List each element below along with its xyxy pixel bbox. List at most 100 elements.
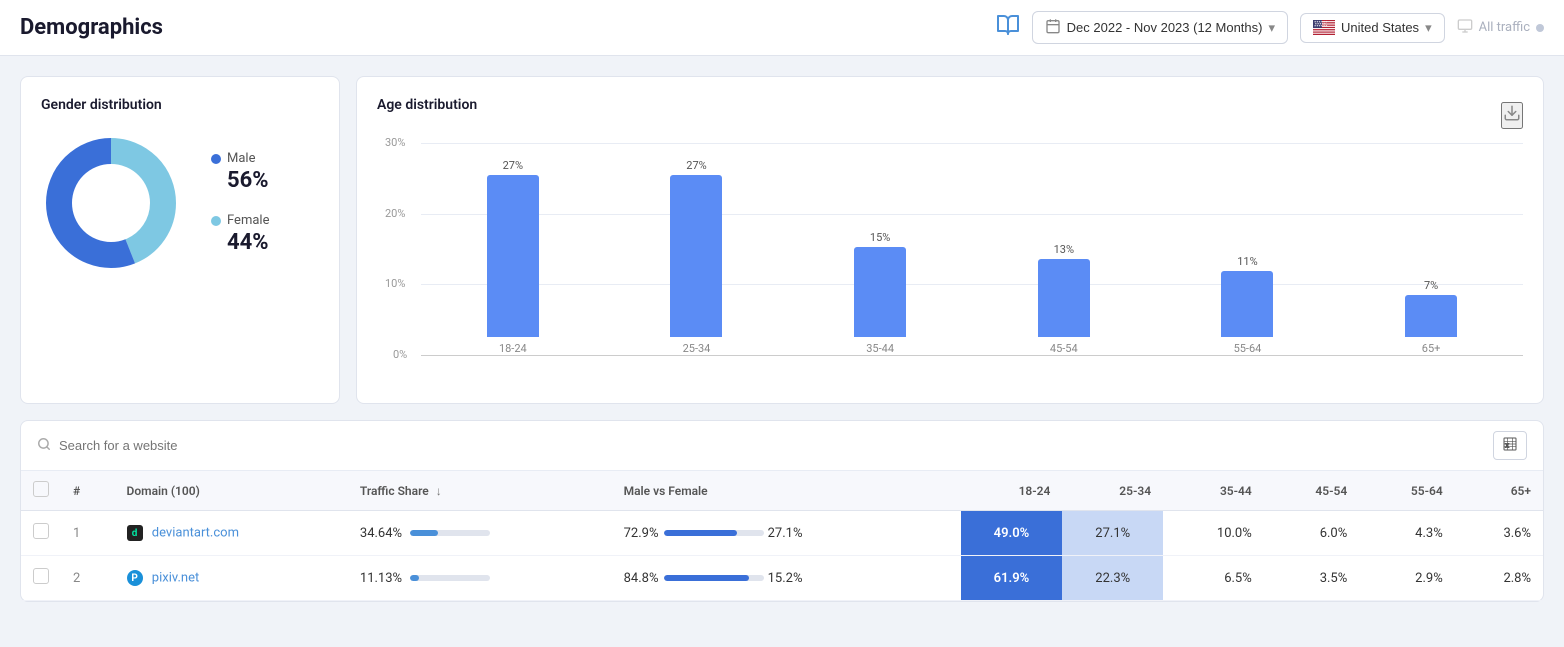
row2-mvf-container: 84.8% 15.2% — [624, 571, 949, 586]
col-num: # — [61, 471, 115, 511]
sort-icon: ↓ — [436, 484, 442, 498]
bar-group-45-54: 13% 45-54 — [1038, 243, 1090, 355]
bar-label-65plus: 7% — [1424, 279, 1438, 292]
col-male-female: Male vs Female — [612, 471, 961, 511]
female-legend-label: Female — [211, 213, 269, 228]
row1-mvf: 72.9% 27.1% — [612, 511, 961, 556]
male-legend-item: Male 56% — [211, 151, 269, 193]
charts-row: Gender distribution — [20, 76, 1544, 404]
date-range-label: Dec 2022 - Nov 2023 (12 Months) — [1067, 20, 1263, 35]
row1-traffic-fill — [410, 530, 438, 536]
pixiv-link[interactable]: pixiv.net — [152, 570, 199, 585]
bar-55-64 — [1221, 271, 1273, 337]
row1-traffic-bar: 34.64% — [360, 526, 600, 541]
search-input[interactable] — [59, 438, 1485, 453]
bar-label-45-54: 13% — [1054, 243, 1074, 256]
row2-traffic-value: 11.13% — [360, 571, 402, 586]
bar-xlabel-55-64: 55-64 — [1234, 342, 1262, 355]
row2-num: 2 — [61, 556, 115, 601]
row2-age-25-34: 22.3% — [1062, 556, 1163, 601]
female-percentage: 44% — [211, 230, 269, 255]
y-label-0: 0% — [393, 348, 407, 361]
row2-checkbox[interactable] — [33, 568, 49, 584]
traffic-status-dot — [1536, 24, 1544, 32]
row1-mvf-fill — [664, 530, 737, 536]
col-checkbox — [21, 471, 61, 511]
chevron-down-icon: ▾ — [1268, 20, 1275, 36]
row1-checkbox[interactable] — [33, 523, 49, 539]
gender-distribution-card: Gender distribution — [20, 76, 340, 404]
row1-male-pct: 72.9% — [624, 526, 660, 541]
header-checkbox[interactable] — [33, 481, 49, 497]
row2-age-35-44: 6.5% — [1163, 556, 1264, 601]
col-25-34: 25-34 — [1062, 471, 1163, 511]
row1-mvf-bar-bg — [664, 530, 764, 536]
row2-age-55-64: 2.9% — [1359, 556, 1454, 601]
row1-age-18-24: 49.0% — [961, 511, 1063, 556]
bar-xlabel-25-34: 25-34 — [683, 342, 711, 355]
header-controls: Dec 2022 - Nov 2023 (12 Months) ▾ — [996, 11, 1544, 44]
bar-group-35-44: 15% 35-44 — [854, 231, 906, 355]
demographics-table: # Domain (100) Traffic Share ↓ Male vs F… — [21, 471, 1543, 601]
y-label-20: 20% — [385, 207, 405, 220]
col-18-24: 18-24 — [961, 471, 1063, 511]
row1-mvf-container: 72.9% 27.1% — [624, 526, 949, 541]
bar-xlabel-65plus: 65+ — [1422, 342, 1441, 355]
col-traffic-share[interactable]: Traffic Share ↓ — [348, 471, 612, 511]
row1-age-45-54: 6.0% — [1264, 511, 1359, 556]
page-title: Demographics — [20, 15, 980, 40]
age-distribution-card: Age distribution 30% — [356, 76, 1544, 404]
traffic-label: All traffic — [1479, 20, 1530, 35]
y-label-30: 30% — [385, 136, 405, 149]
header: Demographics Dec 2022 - Nov 2023 (12 Mon… — [0, 0, 1564, 56]
row2-traffic: 11.13% — [348, 556, 612, 601]
row1-female-pct: 27.1% — [768, 526, 804, 541]
gender-legend: Male 56% Female 44% — [211, 151, 269, 255]
female-color-dot — [211, 216, 221, 226]
bar-xlabel-18-24: 18-24 — [499, 342, 527, 355]
gender-card-title: Gender distribution — [41, 97, 319, 113]
bar-label-18-24: 27% — [503, 159, 523, 172]
bar-group-55-64: 11% 55-64 — [1221, 255, 1273, 355]
bar-25-34 — [670, 175, 722, 337]
download-button[interactable] — [1501, 102, 1523, 129]
male-color-dot — [211, 154, 221, 164]
bar-18-24 — [487, 175, 539, 337]
gender-content: Male 56% Female 44% — [41, 133, 319, 273]
row2-age-18-24: 61.9% — [961, 556, 1063, 601]
traffic-icon — [1457, 18, 1473, 38]
deviantart-link[interactable]: deviantart.com — [152, 525, 239, 540]
table-header-row: # Domain (100) Traffic Share ↓ Male vs F… — [21, 471, 1543, 511]
table-section: X # Domain (100) Traffic Share ↓ Male vs… — [20, 420, 1544, 602]
row2-female-pct: 15.2% — [768, 571, 804, 586]
age-card-header: Age distribution — [377, 97, 1523, 133]
pixiv-favicon: P — [127, 570, 143, 586]
chevron-down-icon2: ▾ — [1425, 20, 1432, 36]
table-row: 1 d deviantart.com 34.64% — [21, 511, 1543, 556]
bar-xlabel-35-44: 35-44 — [866, 342, 894, 355]
male-percentage: 56% — [211, 168, 269, 193]
row1-age-25-34: 27.1% — [1062, 511, 1163, 556]
bar-group-65plus: 7% 65+ — [1405, 279, 1457, 355]
bar-label-35-44: 15% — [870, 231, 890, 244]
date-range-button[interactable]: Dec 2022 - Nov 2023 (12 Months) ▾ — [1032, 11, 1288, 44]
export-excel-button[interactable]: X — [1493, 431, 1527, 460]
country-button[interactable]: ★★★★★★ ★★★★★ ★★★★★★ United States ▾ — [1300, 13, 1445, 43]
svg-text:X: X — [1505, 443, 1509, 449]
row1-traffic-value: 34.64% — [360, 526, 402, 541]
search-icon — [37, 437, 51, 455]
row1-num: 1 — [61, 511, 115, 556]
age-bar-chart: 30% 20% 10% 0% — [377, 143, 1523, 383]
donut-svg — [41, 133, 181, 273]
row1-domain: d deviantart.com — [115, 511, 348, 556]
main-content: Gender distribution — [0, 56, 1564, 622]
bars-wrapper: 27% 18-24 27% 25-34 15% — [421, 143, 1523, 355]
col-35-44: 35-44 — [1163, 471, 1264, 511]
table-row: 2 P pixiv.net 11.13% — [21, 556, 1543, 601]
row1-traffic-bg — [410, 530, 490, 536]
row2-male-pct: 84.8% — [624, 571, 660, 586]
row2-traffic-fill — [410, 575, 419, 581]
traffic-button[interactable]: All traffic — [1457, 18, 1544, 38]
bar-label-55-64: 11% — [1237, 255, 1257, 268]
learn-icon[interactable] — [996, 13, 1020, 42]
